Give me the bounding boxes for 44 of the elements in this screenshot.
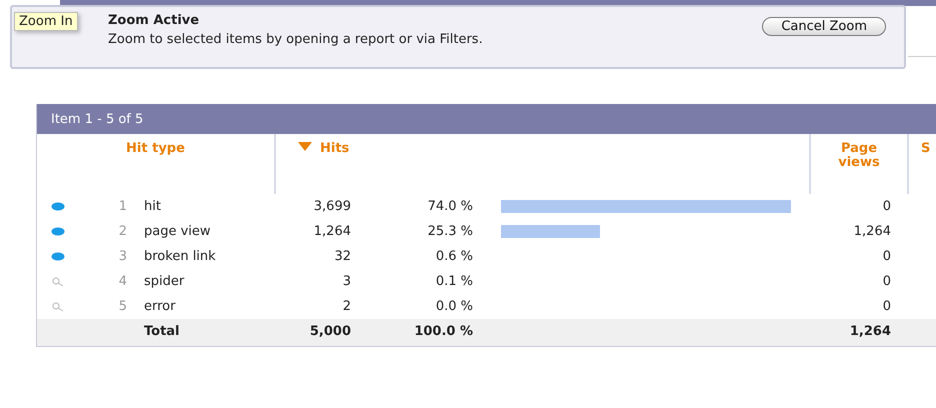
item-count: Item 1 - 5 of 5 bbox=[51, 112, 144, 126]
page-views-value: 0 bbox=[882, 249, 891, 264]
row-number: 1 bbox=[118, 199, 127, 214]
magnifier-icon bbox=[51, 276, 65, 286]
hits-value: 32 bbox=[333, 249, 351, 264]
status-dot-icon bbox=[51, 227, 65, 236]
row-number: 4 bbox=[118, 274, 127, 289]
hit-type: page view bbox=[143, 224, 212, 239]
percent-value: 74.0 % bbox=[426, 199, 473, 214]
page-views-value: 0 bbox=[882, 199, 891, 214]
total-hits: 5,000 bbox=[308, 324, 351, 339]
page-views-value: 0 bbox=[882, 299, 891, 314]
panel-message: Zoom to selected items by opening a report or via Filters. bbox=[108, 32, 483, 47]
sort-down-icon bbox=[298, 142, 312, 151]
total-label: Total bbox=[143, 324, 181, 339]
column-header[interactable]: Page views bbox=[829, 142, 889, 194]
hit-type: error bbox=[143, 299, 176, 314]
magnifier-icon bbox=[51, 302, 65, 312]
row-number: 3 bbox=[118, 249, 127, 264]
column-header[interactable]: S bbox=[921, 142, 930, 194]
status-dot-icon bbox=[51, 252, 65, 261]
page-views-value: 1,264 bbox=[852, 224, 891, 239]
status-dot-icon bbox=[51, 202, 65, 211]
tooltip: Zoom In bbox=[14, 12, 78, 31]
column-header[interactable]: Hits bbox=[298, 142, 350, 194]
hits-value: 2 bbox=[342, 299, 351, 314]
hit-type: broken link bbox=[143, 249, 217, 264]
panel-title: Zoom Active bbox=[108, 13, 200, 28]
page-views-value: 0 bbox=[882, 274, 891, 289]
hits-value: 3,699 bbox=[312, 199, 351, 214]
percent-value: 0.6 % bbox=[434, 249, 473, 264]
percent-value: 25.3 % bbox=[426, 224, 473, 239]
row-number: 2 bbox=[118, 224, 127, 239]
hits-value: 1,264 bbox=[312, 224, 351, 239]
row-number: 5 bbox=[118, 299, 127, 314]
percent-value: 0.1 % bbox=[434, 274, 473, 289]
column-header[interactable]: Hit type bbox=[126, 142, 185, 194]
hit-type: hit bbox=[143, 199, 162, 214]
percent-value: 0.0 % bbox=[434, 299, 473, 314]
total-percent: 100.0 % bbox=[413, 324, 473, 339]
total-page-views: 1,264 bbox=[848, 324, 891, 339]
hit-type: spider bbox=[143, 274, 186, 289]
cancel-zoom-button[interactable]: Cancel Zoom bbox=[762, 17, 886, 36]
hits-value: 3 bbox=[342, 274, 351, 289]
